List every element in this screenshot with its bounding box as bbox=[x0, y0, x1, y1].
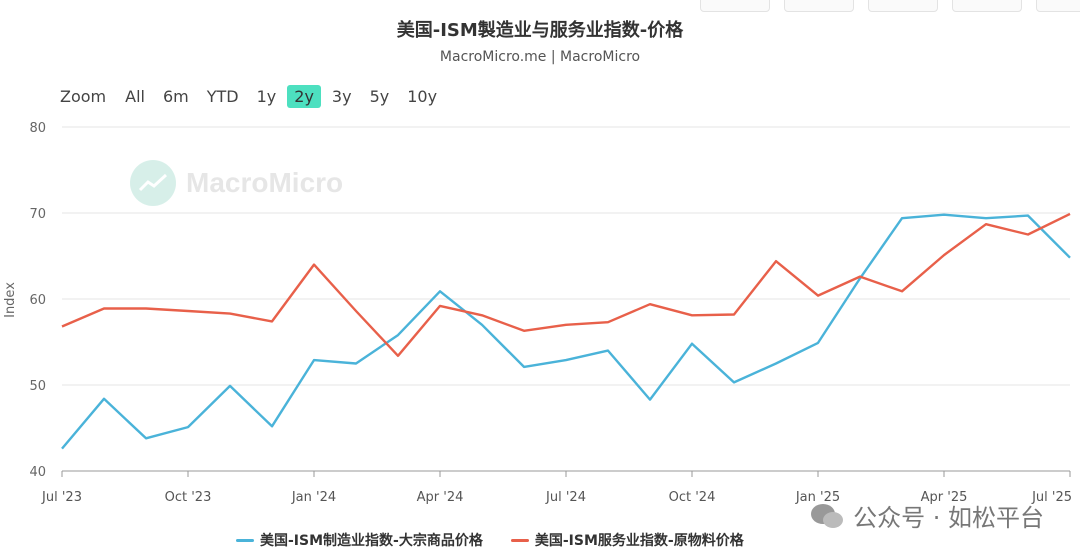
data-point[interactable] bbox=[1067, 255, 1073, 261]
data-point[interactable] bbox=[227, 383, 233, 389]
data-point[interactable] bbox=[563, 322, 569, 328]
data-point[interactable] bbox=[479, 312, 485, 318]
data-point[interactable] bbox=[311, 357, 317, 363]
data-point[interactable] bbox=[941, 252, 947, 258]
data-point[interactable] bbox=[647, 301, 653, 307]
data-point[interactable] bbox=[773, 258, 779, 264]
data-point[interactable] bbox=[689, 341, 695, 347]
x-tick-label: Jul '23 bbox=[41, 490, 82, 505]
data-point[interactable] bbox=[941, 212, 947, 218]
data-point[interactable] bbox=[899, 288, 905, 294]
data-point[interactable] bbox=[395, 332, 401, 338]
data-point[interactable] bbox=[59, 324, 65, 330]
legend-swatch-manufacturing bbox=[236, 538, 254, 542]
wechat-text: 公众号 · 如松平台 bbox=[853, 504, 1044, 532]
data-point[interactable] bbox=[521, 328, 527, 334]
data-point[interactable] bbox=[689, 312, 695, 318]
y-axis-label: Index bbox=[3, 282, 18, 318]
y-tick-label: 50 bbox=[29, 379, 46, 394]
data-point[interactable] bbox=[101, 396, 107, 402]
data-point[interactable] bbox=[101, 305, 107, 311]
series-line-services[interactable] bbox=[61, 212, 1071, 357]
legend-item-manufacturing[interactable]: 美国-ISM制造业指数-大宗商品价格 bbox=[236, 530, 483, 550]
data-point[interactable] bbox=[1067, 211, 1073, 217]
data-point[interactable] bbox=[773, 361, 779, 367]
y-tick-label: 80 bbox=[29, 121, 46, 136]
data-point[interactable] bbox=[983, 221, 989, 227]
data-point[interactable] bbox=[563, 357, 569, 363]
data-point[interactable] bbox=[437, 303, 443, 309]
wechat-icon bbox=[811, 503, 844, 528]
data-point[interactable] bbox=[899, 215, 905, 221]
data-point[interactable] bbox=[1025, 213, 1031, 219]
legend-item-services[interactable]: 美国-ISM服务业指数-原物料价格 bbox=[510, 530, 744, 550]
data-point[interactable] bbox=[143, 435, 149, 441]
legend-label: 美国-ISM制造业指数-大宗商品价格 bbox=[260, 533, 483, 549]
data-point[interactable] bbox=[269, 423, 275, 429]
x-tick-label: Oct '24 bbox=[669, 490, 716, 505]
data-point[interactable] bbox=[605, 319, 611, 325]
data-point[interactable] bbox=[521, 364, 527, 370]
legend-swatch-services bbox=[510, 538, 529, 542]
data-point[interactable] bbox=[983, 215, 989, 221]
data-point[interactable] bbox=[185, 424, 191, 430]
data-point[interactable] bbox=[59, 446, 65, 452]
data-point[interactable] bbox=[647, 397, 653, 403]
data-point[interactable] bbox=[353, 361, 359, 367]
data-point[interactable] bbox=[353, 308, 359, 314]
x-tick-label: Oct '23 bbox=[165, 490, 212, 505]
legend-label: 美国-ISM服务业指数-原物料价格 bbox=[534, 533, 744, 549]
data-point[interactable] bbox=[1025, 232, 1031, 238]
data-point[interactable] bbox=[731, 311, 737, 317]
data-point[interactable] bbox=[311, 262, 317, 268]
data-point[interactable] bbox=[731, 379, 737, 385]
series-line-manufacturing[interactable] bbox=[61, 213, 1071, 450]
data-point[interactable] bbox=[269, 318, 275, 324]
line-chart: 40 50 60 70 80 Jul '23 Oct '23 Jan '24 Apr '24 Ju… bbox=[3, 121, 1073, 505]
y-tick-label: 70 bbox=[29, 207, 46, 222]
x-tick-label: Apr '24 bbox=[417, 490, 464, 505]
data-point[interactable] bbox=[437, 288, 443, 294]
x-tick-label: Jul '24 bbox=[545, 490, 586, 505]
data-point[interactable] bbox=[815, 293, 821, 299]
data-point[interactable] bbox=[395, 353, 401, 359]
data-point[interactable] bbox=[857, 274, 863, 280]
data-point[interactable] bbox=[227, 311, 233, 317]
x-tick-label: Jan '24 bbox=[291, 490, 336, 505]
data-point[interactable] bbox=[479, 322, 485, 328]
wechat-badge: 公众号 · 如松平台 bbox=[809, 498, 1044, 533]
legend: 美国-ISM制造业指数-大宗商品价格 美国-ISM服务业指数-原物料价格 bbox=[236, 530, 744, 550]
data-point[interactable] bbox=[143, 305, 149, 311]
data-point[interactable] bbox=[185, 308, 191, 314]
y-tick-label: 60 bbox=[29, 293, 46, 308]
data-point[interactable] bbox=[605, 348, 611, 354]
y-tick-label: 40 bbox=[29, 465, 46, 480]
data-point[interactable] bbox=[815, 340, 821, 346]
